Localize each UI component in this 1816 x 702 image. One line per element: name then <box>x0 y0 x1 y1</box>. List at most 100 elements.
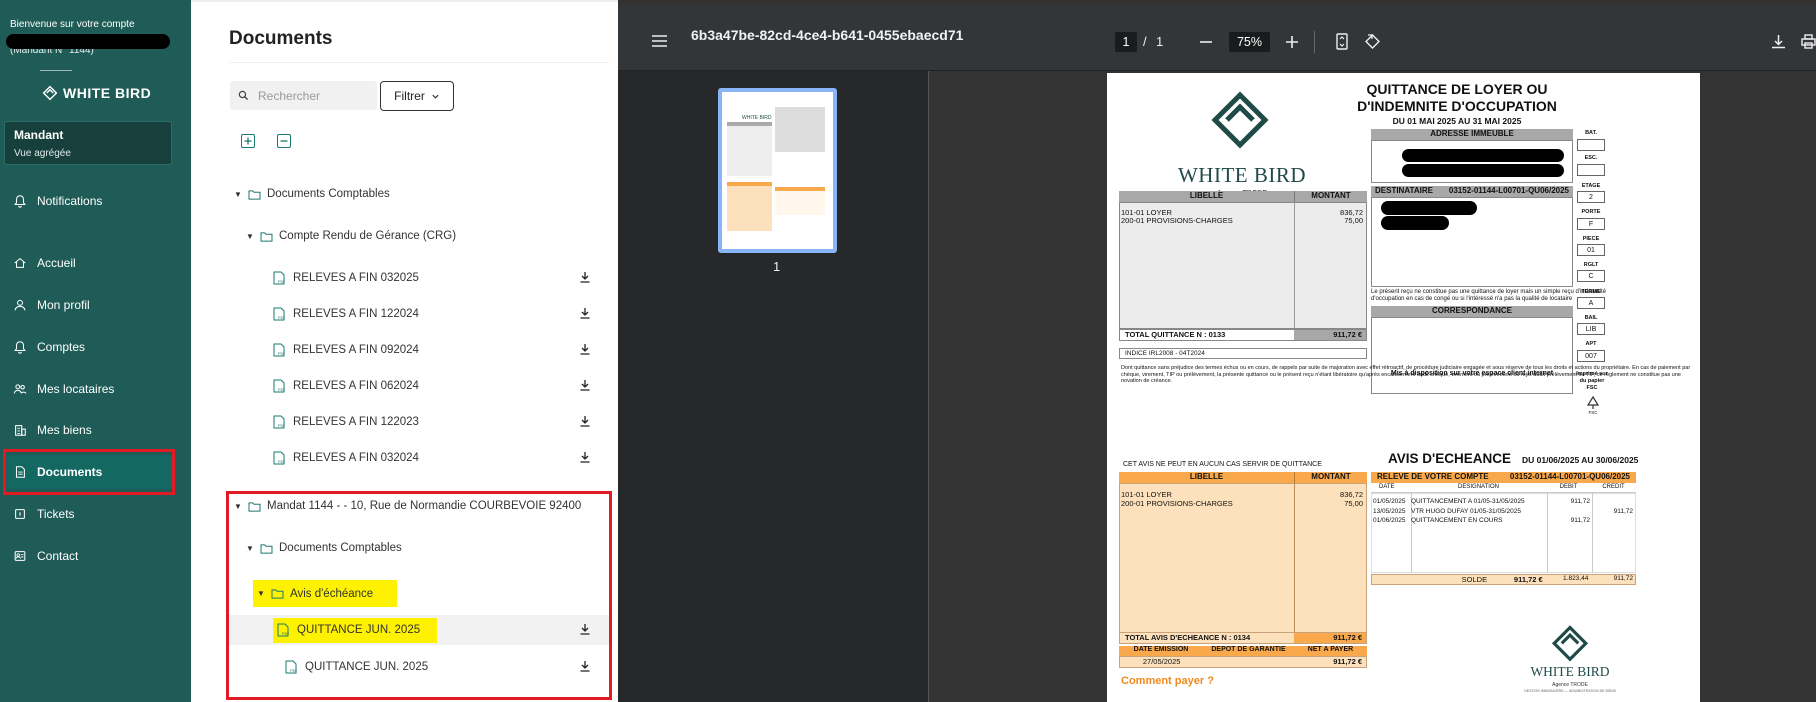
total-avis-value: 911,72 € <box>1293 633 1366 643</box>
page-thumbnail[interactable]: WHITE BIRD <box>718 88 837 253</box>
building-icon <box>15 425 26 436</box>
zoom-out-icon[interactable] <box>1200 41 1212 43</box>
caret-down-icon: ▼ <box>234 189 242 199</box>
redaction-bar <box>1402 149 1564 162</box>
indice-row: INDICE IRL2008 - 04T2024 <box>1119 348 1367 359</box>
white-bird-logo-icon <box>1211 91 1269 149</box>
home-icon <box>14 257 26 268</box>
doc-title-line2: D'INDEMNITE D'OCCUPATION <box>1357 98 1557 114</box>
nav-mon-profil[interactable]: Mon profil <box>10 288 171 322</box>
solde-debit: 1.823,44 <box>1563 575 1589 582</box>
total-avis-label: TOTAL AVIS D'ECHEANCE N : 0134 <box>1120 633 1294 643</box>
svg-text:WHITE BIRD: WHITE BIRD <box>742 115 772 121</box>
file-row[interactable]: PDF RELEVES A FIN 122023 <box>191 407 611 437</box>
destinataire-ref: 03152-01144-L00701-QU06/2025 <box>1448 186 1569 195</box>
nav-label: Comptes <box>37 340 86 354</box>
download-icon <box>580 452 590 463</box>
download-icon[interactable] <box>1771 34 1786 49</box>
col-libelle: LIBELLE <box>1189 472 1224 481</box>
download-icon <box>580 308 590 319</box>
bat-label: BAT. <box>1585 130 1597 136</box>
rotate-icon[interactable] <box>1364 33 1381 50</box>
avis-line1-value: 836,72 <box>1340 490 1363 499</box>
avis-warning: CET AVIS NE PEUT EN AUCUN CAS SERVIR DE … <box>1123 461 1322 468</box>
apt-label: APT <box>1585 341 1597 347</box>
file-row[interactable]: PDF RELEVES A FIN 122024 <box>191 299 611 329</box>
tree-folder-crg[interactable]: ▼ Compte Rendu de Gérance (CRG) <box>191 221 611 251</box>
search-placeholder: Rechercher <box>258 88 321 103</box>
row-debit: 911,72 <box>1570 517 1590 524</box>
quittance-header: LIBELLE MONTANT <box>1119 191 1367 202</box>
avis-line2-label: 200-01 PROVISIONS-CHARGES <box>1121 499 1233 508</box>
tree-label: Documents Comptables <box>267 188 390 200</box>
page-number-input[interactable]: 1 <box>1115 32 1137 52</box>
expand-all-icon[interactable] <box>241 134 255 148</box>
nav-label: Tickets <box>37 507 75 521</box>
search-input[interactable]: Rechercher <box>230 81 377 110</box>
file-label: RELEVES A FIN 032024 <box>293 452 419 464</box>
svg-text:PDF: PDF <box>278 423 285 428</box>
row-credit <box>1590 498 1633 505</box>
svg-text:PDF: PDF <box>278 387 285 392</box>
collapse-all-icon[interactable] <box>277 134 291 148</box>
col-montant: MONTANT <box>1294 191 1367 202</box>
nav-mes-locataires[interactable]: Mes locataires <box>10 372 171 406</box>
col-montant: MONTANT <box>1294 472 1367 483</box>
bat-value <box>1577 139 1605 151</box>
nav-mes-biens[interactable]: Mes biens <box>10 413 171 447</box>
file-row[interactable]: PDF RELEVES A FIN 092024 <box>191 335 611 365</box>
svg-text:PDF: PDF <box>278 459 285 464</box>
destinataire-header: DESTINATAIRE 03152-01144-L00701-QU06/202… <box>1371 186 1573 197</box>
nav-label: Accueil <box>37 256 76 270</box>
menu-icon[interactable] <box>652 35 667 47</box>
fsc-label: FSC <box>1588 410 1598 415</box>
file-row[interactable]: PDF RELEVES A FIN 032024 <box>191 443 611 473</box>
filter-button[interactable]: Filtrer <box>380 81 454 111</box>
nav-comptes[interactable]: Comptes <box>10 330 171 364</box>
divider <box>229 62 609 63</box>
porte-label: PORTE <box>1581 209 1601 215</box>
total-quittance-row: TOTAL QUITTANCE N : 0133 911,72 € <box>1119 329 1367 341</box>
download-icon <box>580 416 590 427</box>
agency-name-bottom: Agence TRODE <box>1552 682 1588 688</box>
filter-label: Filtrer <box>394 89 425 103</box>
emission-row: 27/05/2025 911,72 € <box>1119 656 1367 668</box>
col-libelle: LIBELLE <box>1189 191 1224 200</box>
note-recu: Le présent reçu ne constitue pas une qui… <box>1371 289 1606 302</box>
releve-row: 13/05/2025 VTR HUGO DUFAY 01/05-31/05/20… <box>1373 508 1635 515</box>
file-row[interactable]: PDF RELEVES A FIN 032025 <box>191 263 611 293</box>
nav-tickets[interactable]: Tickets <box>10 497 171 531</box>
etage-label: ETAGE <box>1581 183 1601 189</box>
doc-title-line1: QUITTANCE DE LOYER OU <box>1366 81 1548 97</box>
bail-label: BAIL <box>1584 315 1598 321</box>
destinataire-label: DESTINATAIRE <box>1375 186 1433 195</box>
zoom-in-icon[interactable] <box>1286 36 1298 48</box>
account-switcher[interactable]: Mandant Vue agrégée <box>4 121 172 165</box>
tree-folder-comptables[interactable]: ▼ Documents Comptables <box>191 179 611 209</box>
solde-row: SOLDE 911,72 € 1.823,44 911,72 <box>1371 574 1636 585</box>
nav-contact[interactable]: Contact <box>10 539 171 573</box>
nav-accueil[interactable]: Accueil <box>10 246 171 280</box>
divider <box>1411 493 1412 573</box>
thumbnail-page-number: 1 <box>773 259 781 274</box>
file-row[interactable]: PDF RELEVES A FIN 062024 <box>191 371 611 401</box>
download-icon <box>580 272 590 283</box>
legal-text: Dont quittance sans préjudice des termes… <box>1121 365 1691 384</box>
print-icon[interactable] <box>1801 34 1816 49</box>
nav-label: Mes biens <box>37 423 92 437</box>
white-bird-logo-icon <box>1551 625 1589 662</box>
releve-ref: 03152-01144-L00701-QU06/2025 <box>1509 472 1630 481</box>
nav-label: Mon profil <box>37 298 90 312</box>
fit-page-icon[interactable] <box>1336 33 1348 50</box>
brand-name: WHITE BIRD <box>1177 163 1307 187</box>
zoom-input[interactable]: 75% <box>1229 32 1270 52</box>
nav-notifications[interactable]: Notifications <box>10 184 171 218</box>
divider <box>1294 483 1295 643</box>
total-quittance-value: 911,72 € <box>1293 330 1366 340</box>
esc-label: ESC. <box>1584 155 1598 161</box>
bird-logo-icon <box>42 85 58 101</box>
emission-header: DATE EMISSION DEPOT DE GARANTIE NET A PA… <box>1119 646 1367 656</box>
fsc-tree-icon <box>1586 396 1600 409</box>
tree-label: Compte Rendu de Gérance (CRG) <box>279 230 457 242</box>
rglt-label: RGLT <box>1583 262 1599 268</box>
